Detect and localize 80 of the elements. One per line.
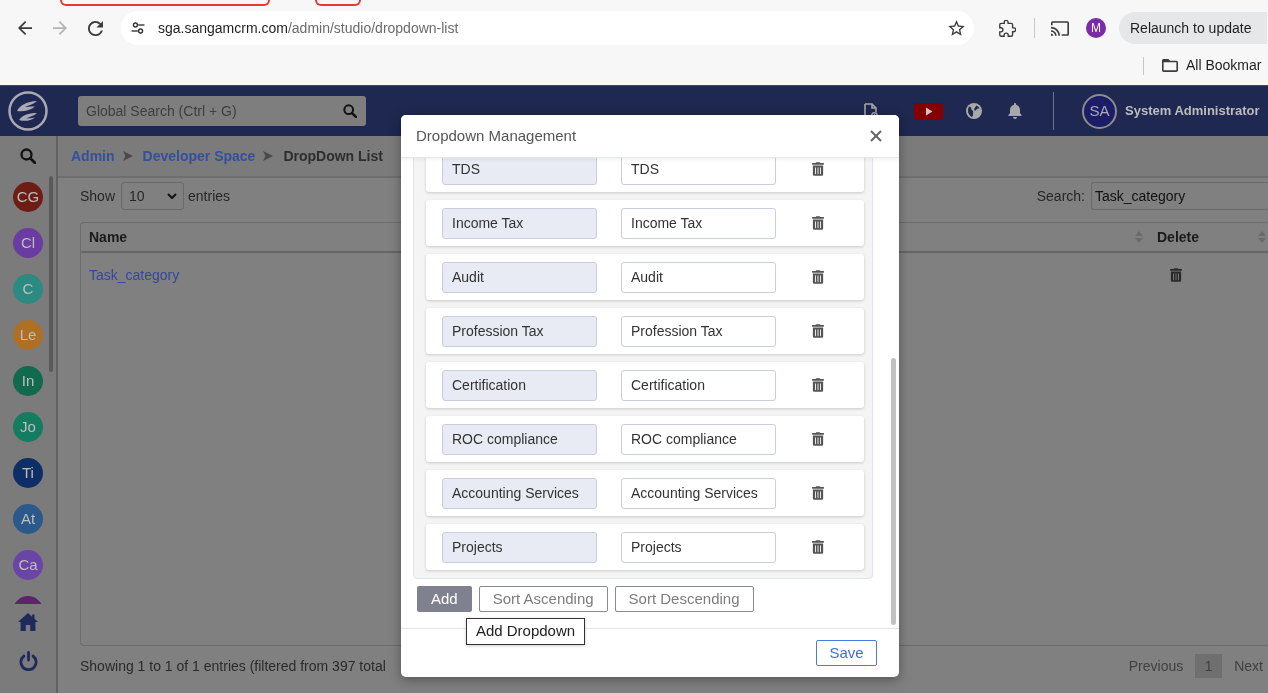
search-field[interactable]: Task_category [1091, 182, 1268, 210]
text-field[interactable]: TDS [621, 158, 776, 185]
trash-icon[interactable] [812, 486, 824, 500]
play-icon[interactable] [914, 102, 943, 120]
search-label: Search: [1036, 186, 1085, 206]
caret-icon [167, 193, 178, 199]
arrow-icon [122, 151, 133, 161]
puzzle-icon[interactable] [999, 19, 1016, 37]
app-avatar[interactable]: CG [13, 182, 43, 212]
sort-button[interactable]: Sort Ascending [478, 586, 608, 612]
app-avatar[interactable]: Ti [13, 458, 43, 488]
url-text[interactable]: sga.sangamcrm.com/admin/studio/dropdown-list [158, 17, 459, 39]
readonly-field: Income Tax [442, 207, 597, 239]
relaunch-button[interactable]: Relaunch to update [1119, 12, 1267, 44]
readonly-field: TDS [442, 158, 597, 185]
address-bar[interactable]: sga.sangamcrm.com/admin/studio/dropdown-list [121, 11, 974, 45]
entries-label: entries [188, 186, 231, 206]
tune-icon[interactable] [131, 22, 145, 34]
next-button[interactable]: Next [1234, 655, 1263, 677]
app-avatar[interactable]: Cl [13, 228, 43, 258]
entries-info: Showing 1 to 1 of 1 entries (filtered from 397 total [80, 656, 386, 676]
save-button[interactable]: Save [816, 640, 877, 666]
user-name[interactable]: System Administrator [1125, 101, 1260, 121]
folder-icon[interactable] [1162, 59, 1178, 72]
text-field[interactable]: Audit [621, 261, 776, 293]
back-arrow-icon[interactable] [18, 21, 32, 35]
previous-button[interactable]: Previous [1128, 655, 1184, 677]
column-header[interactable]: Delete [1157, 226, 1200, 248]
readonly-field: Profession Tax [442, 315, 597, 347]
cast-icon[interactable] [1051, 20, 1069, 36]
readonly-field: Accounting Services [442, 477, 597, 509]
browser-tab[interactable] [60, 0, 270, 6]
sort-button[interactable]: Sort Descending [614, 586, 754, 612]
trash-icon[interactable] [812, 324, 824, 338]
text-field[interactable]: Projects [621, 531, 776, 563]
app-avatar[interactable]: Ca [13, 550, 43, 580]
readonly-field: Audit [442, 261, 597, 293]
bookmarks-folder[interactable]: All Bookmar [1186, 55, 1262, 76]
global-search-field[interactable]: Global Search (Ctrl + G) [78, 96, 366, 126]
trash-icon[interactable] [812, 162, 824, 176]
search-icon[interactable] [343, 104, 357, 118]
text-field[interactable]: Profession Tax [621, 315, 776, 347]
power-icon[interactable] [18, 651, 38, 671]
text-field[interactable]: Accounting Services [621, 477, 776, 509]
bell-icon[interactable] [1008, 103, 1022, 119]
search-icon[interactable] [20, 148, 36, 164]
star-icon[interactable] [948, 20, 965, 36]
logo-icon[interactable] [8, 91, 48, 131]
breadcrumb-current: DropDown List [283, 146, 383, 166]
app-avatar[interactable]: Jo [13, 412, 43, 442]
app-avatar[interactable]: At [13, 504, 43, 534]
readonly-field: Projects [442, 531, 597, 563]
app-avatar[interactable]: In [13, 366, 43, 396]
user-avatar[interactable]: SA [1082, 93, 1117, 129]
browser-tab[interactable] [315, 0, 361, 6]
scrollbar-thumb[interactable] [891, 358, 896, 625]
readonly-field: Certification [442, 369, 597, 401]
close-icon[interactable] [870, 130, 882, 142]
text-field[interactable]: Income Tax [621, 207, 776, 239]
tooltip: Add Dropdown [466, 618, 585, 645]
trash-icon[interactable] [812, 216, 824, 230]
trash-icon[interactable] [812, 432, 824, 446]
trash-icon[interactable] [1170, 268, 1182, 282]
arrow-icon [263, 151, 274, 161]
home-icon[interactable] [18, 613, 38, 631]
globe-icon[interactable] [966, 103, 982, 119]
reload-icon[interactable] [88, 20, 103, 36]
text-field[interactable]: Certification [621, 369, 776, 401]
column-header[interactable]: Name [89, 226, 128, 248]
trash-icon[interactable] [812, 540, 824, 554]
scrollbar-thumb[interactable] [49, 176, 53, 372]
profile-avatar[interactable]: M [1086, 18, 1106, 38]
trash-icon[interactable] [812, 270, 824, 284]
trash-icon[interactable] [812, 378, 824, 392]
add-button[interactable]: Add [417, 586, 472, 612]
modal-title: Dropdown Management [416, 125, 577, 146]
page-size-select[interactable]: 10 [121, 182, 185, 210]
text-field[interactable]: ROC compliance [621, 423, 776, 455]
readonly-field: ROC compliance [442, 423, 597, 455]
show-label: Show [80, 186, 116, 206]
